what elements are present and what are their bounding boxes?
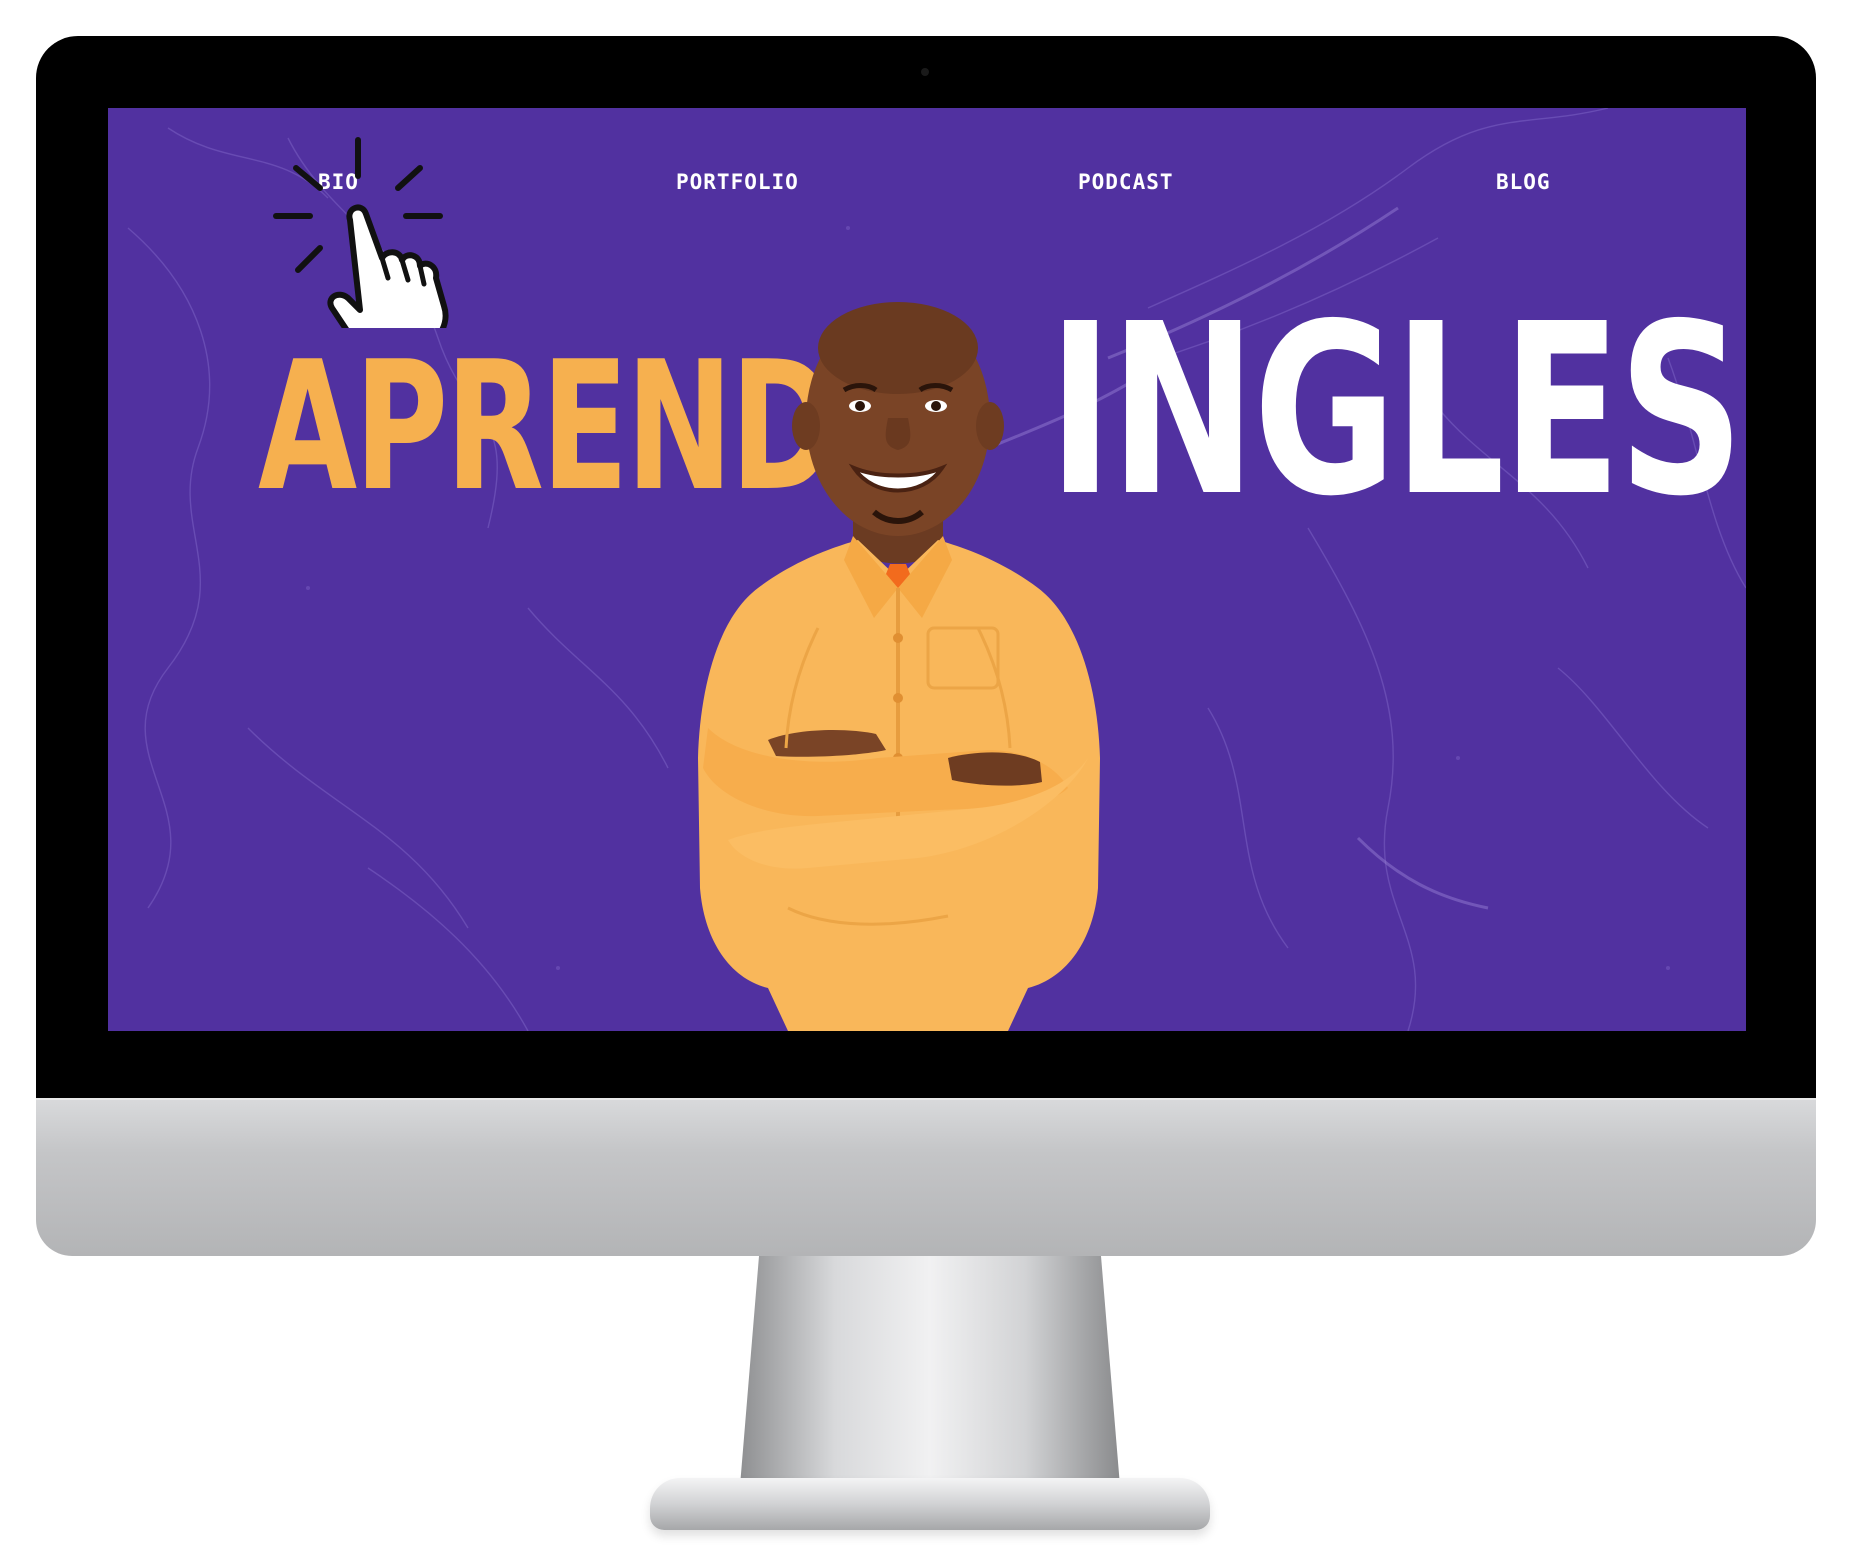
monitor-stand-neck xyxy=(740,1256,1120,1486)
nav-portfolio[interactable]: PORTFOLIO xyxy=(676,170,799,194)
smiling-man-portrait xyxy=(698,302,1100,1031)
monitor-stand-base xyxy=(650,1478,1210,1530)
desktop-monitor-mockup: BIO PORTFOLIO PODCAST BLOG APRENDE INGLE… xyxy=(0,0,1855,1561)
monitor-chin xyxy=(36,1098,1816,1256)
website-screen: BIO PORTFOLIO PODCAST BLOG APRENDE INGLE… xyxy=(108,108,1746,1031)
camera-dot xyxy=(921,68,929,76)
nav-blog[interactable]: BLOG xyxy=(1496,170,1551,194)
pointing-hand-click-icon xyxy=(273,137,449,328)
nav-podcast[interactable]: PODCAST xyxy=(1078,170,1174,194)
headline-ingles: INGLES xyxy=(1048,273,1744,548)
